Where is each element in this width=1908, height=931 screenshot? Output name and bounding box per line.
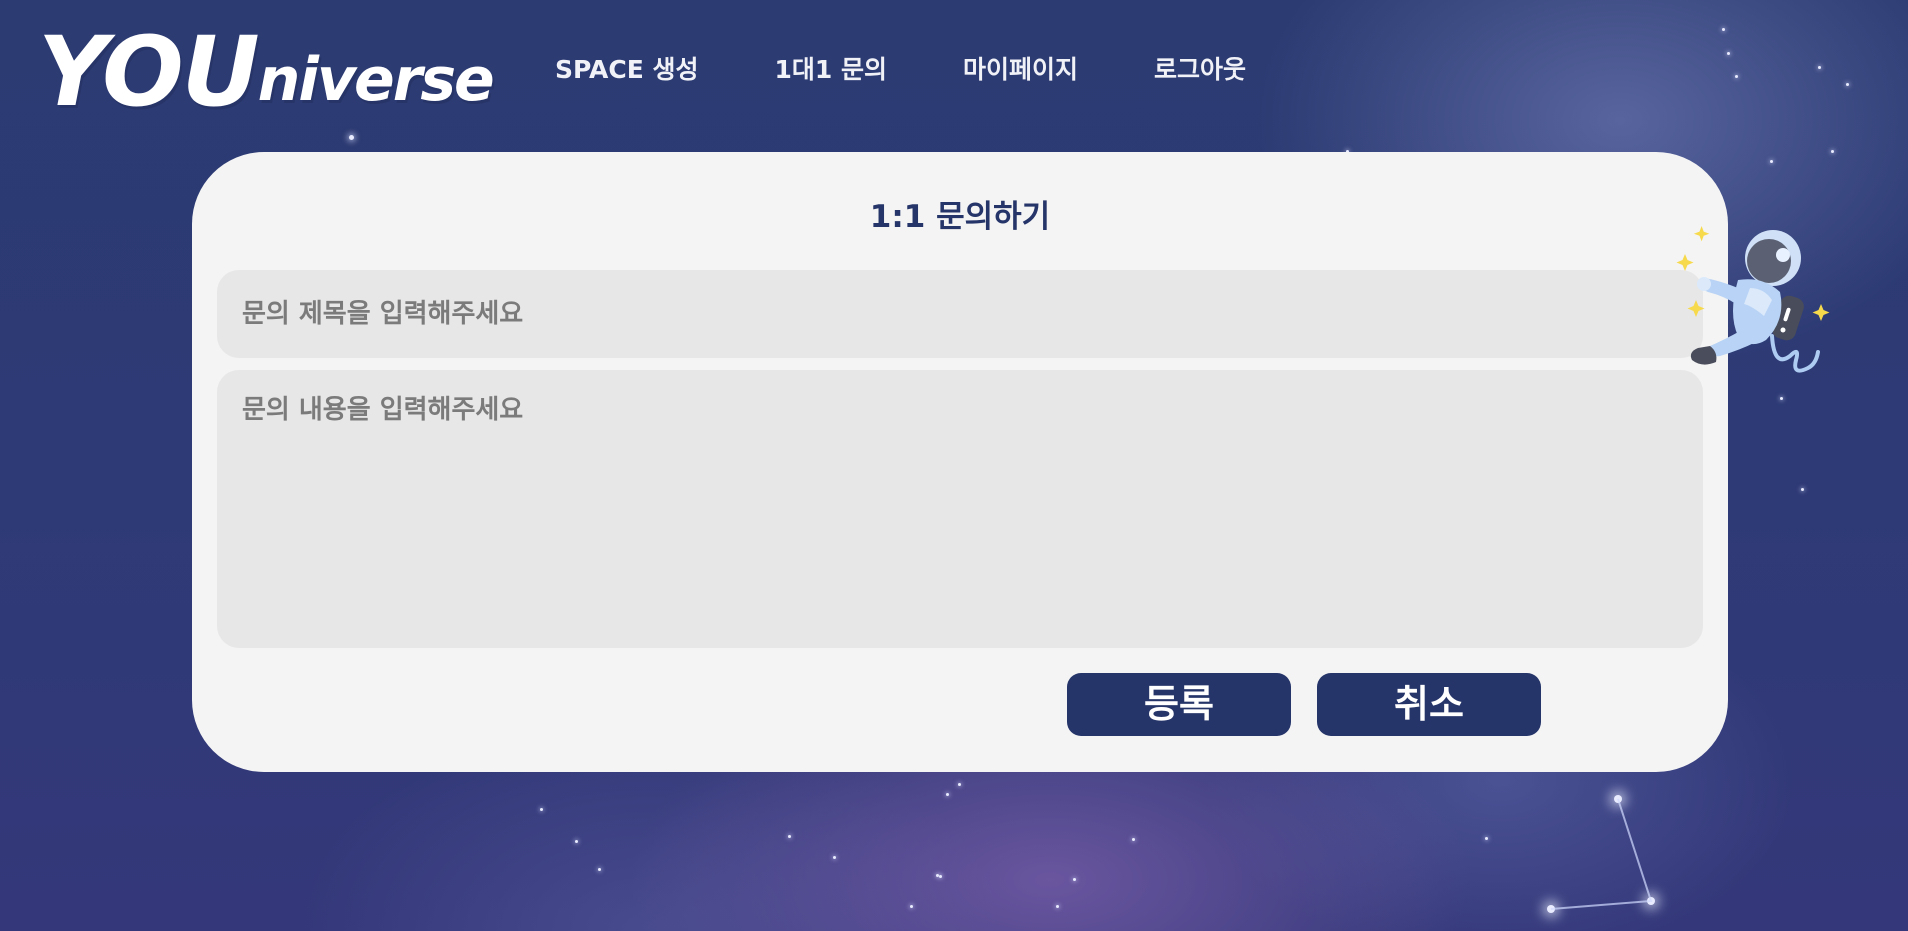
logo-rest-text: niverse	[257, 45, 495, 115]
main-nav: SPACE 생성 1대1 문의 마이페이지 로그아웃	[555, 50, 1246, 90]
header: YOU niverse SPACE 생성 1대1 문의 마이페이지 로그아웃	[0, 0, 1908, 140]
logo-you-text: YOU	[38, 16, 260, 128]
nav-mypage[interactable]: 마이페이지	[963, 50, 1078, 90]
nav-one-on-one-inquiry[interactable]: 1대1 문의	[775, 50, 888, 90]
cancel-button[interactable]: 취소	[1317, 673, 1541, 736]
nav-space-create[interactable]: SPACE 생성	[555, 50, 699, 90]
page-title: 1:1 문의하기	[869, 199, 1051, 235]
inquiry-card: 1:1 문의하기 등록 취소	[192, 152, 1728, 772]
logo[interactable]: YOU niverse	[38, 16, 495, 128]
inquiry-content-textarea[interactable]	[217, 370, 1703, 648]
inquiry-subject-input[interactable]	[217, 270, 1703, 358]
submit-button[interactable]: 등록	[1067, 673, 1291, 736]
astronaut-icon	[1676, 226, 1830, 373]
nav-logout[interactable]: 로그아웃	[1154, 50, 1246, 90]
